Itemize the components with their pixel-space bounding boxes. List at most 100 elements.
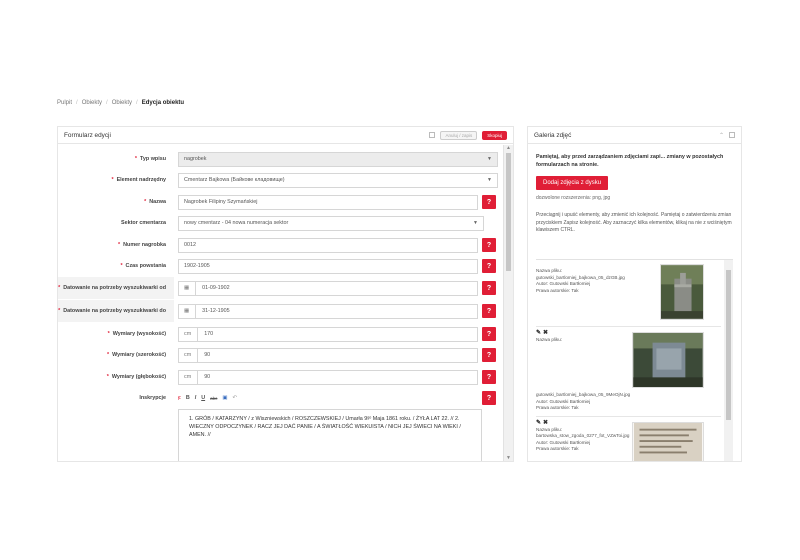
nazwa-input[interactable]: Nagrobek Filipiny Szymańskiej <box>178 194 478 210</box>
chevron-up-icon[interactable]: ⌃ <box>719 132 724 139</box>
form-row-datowanie-od: * Datowanie na potrzeby wyszukiwarki od ▦… <box>58 277 501 299</box>
gallery-panel-title: Galeria zdjęć <box>534 131 572 139</box>
inscription-editor[interactable]: 1. GRÓB / KATARZYNY / z Wiszniewskich / … <box>178 409 482 461</box>
italic-button[interactable]: I <box>195 395 197 401</box>
input-value: Nagrobek Filipiny Szymańskiej <box>184 199 258 205</box>
field-label: Sektor cmentarza <box>58 213 174 233</box>
gallery-hint: Przeciągnij i upuść elementy, aby zmieni… <box>536 212 732 233</box>
field-label: * Datowanie na potrzeby wyszukiwarki do <box>58 300 174 322</box>
input-value: 0012 <box>184 242 196 248</box>
input-value: 31-12-1905 <box>202 308 230 314</box>
edit-form-panel: Formularz edycji Anuluj / zapis Skopiuj … <box>57 126 514 462</box>
bold-button[interactable]: B <box>186 395 190 401</box>
underline-button[interactable]: U <box>201 395 205 401</box>
format-clear-icon[interactable]: Ꞙ <box>178 394 181 402</box>
scrollbar-thumb[interactable] <box>726 270 731 420</box>
calendar-icon[interactable]: ▦ <box>184 304 197 318</box>
gallery-scrollbar[interactable] <box>724 260 733 461</box>
help-button-glebokosc[interactable]: ? <box>482 370 496 384</box>
field-label-text: Nazwa <box>149 198 166 205</box>
strikethrough-button[interactable]: abc <box>210 396 217 401</box>
field-label-text: Datowanie na potrzeby wyszukiwarki do <box>63 307 166 314</box>
copy-button[interactable]: Skopiuj <box>482 130 507 140</box>
breadcrumb-item-obiekty-2[interactable]: Obiekty <box>112 100 132 106</box>
cancel-save-button[interactable]: Anuluj / zapis <box>440 130 478 140</box>
scrollbar-thumb[interactable] <box>506 153 511 271</box>
field-label-text: Element nadrzędny <box>116 176 166 183</box>
form-row-numer: * Numer nagrobka 0012 ? <box>58 235 501 255</box>
field-label: * Numer nagrobka <box>58 235 174 255</box>
help-button-inskrypcje[interactable]: ? <box>482 391 496 405</box>
field-label-text: Typ wpisu <box>140 155 166 162</box>
unit-addon: cm <box>184 327 199 341</box>
form-row-nazwa: * Nazwa Nagrobek Filipiny Szymańskiej ? <box>58 192 501 212</box>
required-marker: * <box>58 307 61 314</box>
form-header-actions: Anuluj / zapis Skopiuj <box>429 130 507 140</box>
gallery-item-meta: gutowski_bartlomiej_bajkowa_05_9MeOjN.jp… <box>536 392 721 412</box>
help-button-szerokosc[interactable]: ? <box>482 348 496 362</box>
select-value: nowy cmentarz - 04 nowa numeracja sektor <box>184 220 289 226</box>
field-label-text: Sektor cmentarza <box>121 219 166 226</box>
czas-input[interactable]: 1902-1905 <box>178 258 478 274</box>
input-value: 90 <box>204 352 211 358</box>
editor-toolbar: Ꞙ B I U abc ▣ ↶ <box>178 392 237 404</box>
field-label-text: Inskrypcje <box>139 394 166 401</box>
breadcrumb-item-pulpit[interactable]: Pulpit <box>57 100 72 106</box>
help-button-numer[interactable]: ? <box>482 238 496 252</box>
typ-wpisu-select[interactable]: nagrobek ▼ <box>178 151 498 167</box>
tombstone-photo-thumbnail[interactable] <box>632 332 704 388</box>
field-label: * Datowanie na potrzeby wyszukiwarki od <box>58 277 174 299</box>
field-label-text: Wymiary (głębokość) <box>111 373 166 380</box>
tombstone-photo-thumbnail[interactable] <box>660 264 704 320</box>
form-row-szerokosc: * Wymiary (szerokość) cm 90 ? <box>58 345 501 365</box>
add-photos-button[interactable]: Dodaj zdjęcia z dysku <box>536 176 609 190</box>
image-insert-icon[interactable]: ▣ <box>222 395 227 401</box>
field-label: * Wymiary (wysokość) <box>58 324 174 344</box>
edit-icon[interactable]: ✎ <box>536 330 543 336</box>
expand-icon[interactable] <box>429 132 436 138</box>
form-row-datowanie-do: * Datowanie na potrzeby wyszukiwarki do ▦… <box>58 300 501 322</box>
help-button-wysokosc[interactable]: ? <box>482 327 496 341</box>
breadcrumb-separator: / <box>76 100 78 106</box>
select-value: nagrobek <box>184 156 207 162</box>
sektor-select[interactable]: nowy cmentarz - 04 nowa numeracja sektor… <box>178 215 484 231</box>
gallery-body: Pamiętaj, aby przed zarządzaniem zdjęcia… <box>528 145 741 461</box>
required-marker: * <box>120 262 123 269</box>
numer-input[interactable]: 0012 <box>178 237 478 253</box>
required-marker: * <box>107 351 110 358</box>
undo-icon[interactable]: ↶ <box>232 395 237 401</box>
form-row-typ-wpisu: * Typ wpisu nagrobek ▼ <box>58 149 501 169</box>
form-row-sektor: Sektor cmentarza nowy cmentarz - 04 nowa… <box>58 213 501 233</box>
help-button-datowanie-od[interactable]: ? <box>482 281 496 295</box>
form-scrollbar[interactable]: ▲ ▼ <box>503 145 513 461</box>
field-label: * Wymiary (głębokość) <box>58 367 174 387</box>
szerokosc-input[interactable]: cm 90 <box>178 347 478 363</box>
field-label-text: Datowanie na potrzeby wyszukiwarki od <box>63 284 166 291</box>
datowanie-od-input[interactable]: ▦ 01-09-1902 <box>178 280 478 296</box>
inscription-text: 1. GRÓB / KATARZYNY / z Wiszniewskich / … <box>189 416 461 438</box>
select-value: Cmentarz Bajkowa (Байкове кладовище) <box>184 177 285 183</box>
edit-icon[interactable]: ✎ <box>536 420 543 426</box>
glebokosc-input[interactable]: cm 90 <box>178 369 478 385</box>
help-button-datowanie-do[interactable]: ? <box>482 304 496 318</box>
scroll-down-icon[interactable]: ▼ <box>504 455 513 461</box>
required-marker: * <box>144 198 147 205</box>
delete-icon[interactable]: ✖ <box>543 330 550 336</box>
calendar-icon[interactable]: ▦ <box>184 281 197 295</box>
delete-icon[interactable]: ✖ <box>543 420 550 426</box>
datowanie-do-input[interactable]: ▦ 31-12-1905 <box>178 303 478 319</box>
field-label: * Nazwa <box>58 192 174 212</box>
scroll-up-icon[interactable]: ▲ <box>504 145 513 151</box>
wysokosc-input[interactable]: cm 170 <box>178 326 478 342</box>
element-nadrzedny-select[interactable]: Cmentarz Bajkowa (Байкове кладовище) ▼ <box>178 172 498 188</box>
breadcrumb-item-obiekty[interactable]: Obiekty <box>82 100 102 106</box>
help-button-nazwa[interactable]: ? <box>482 195 496 209</box>
input-value: 01-09-1902 <box>202 285 230 291</box>
breadcrumb: Pulpit / Obiekty / Obiekty / Edycja obie… <box>57 100 184 106</box>
input-value: 170 <box>204 331 214 337</box>
expand-icon[interactable] <box>729 132 735 138</box>
document-photo-thumbnail[interactable] <box>632 422 704 461</box>
field-label: * Wymiary (szerokość) <box>58 345 174 365</box>
item-divider <box>536 326 721 327</box>
help-button-czas[interactable]: ? <box>482 259 496 273</box>
